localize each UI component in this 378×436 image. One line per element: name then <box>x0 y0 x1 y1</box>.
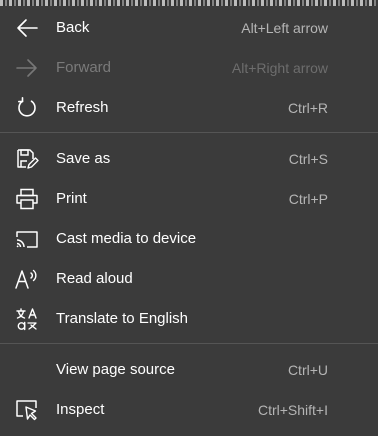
arrow-right-icon <box>14 56 40 80</box>
menu-item-shortcut: Ctrl+P <box>288 191 328 207</box>
menu-item-label: Save as <box>56 150 111 167</box>
menu-item-label: Translate to English <box>56 310 189 327</box>
printer-icon <box>14 187 40 211</box>
read-aloud-icon <box>14 267 40 291</box>
menu-item-cast-media[interactable]: Cast media to device <box>0 219 378 259</box>
menu-item-label: Inspect <box>56 401 105 418</box>
menu-item-view-page-source[interactable]: View page source Ctrl+U <box>0 350 378 390</box>
refresh-icon <box>14 96 40 120</box>
arrow-left-icon <box>14 16 40 40</box>
menu-item-print[interactable]: Print Ctrl+P <box>0 179 378 219</box>
menu-item-label: Cast media to device <box>56 230 197 247</box>
menu-item-translate[interactable]: Translate to English <box>0 299 378 339</box>
menu-item-refresh[interactable]: Refresh Ctrl+R <box>0 88 378 128</box>
cast-icon <box>14 227 40 251</box>
menu-item-forward[interactable]: Forward Alt+Right arrow <box>0 48 378 88</box>
save-as-icon <box>14 147 40 171</box>
menu-item-shortcut: Alt+Right arrow <box>231 60 328 76</box>
menu-item-label: Back <box>56 19 90 36</box>
menu-item-shortcut: Ctrl+R <box>287 100 328 116</box>
menu-item-inspect[interactable]: Inspect Ctrl+Shift+I <box>0 390 378 430</box>
menu-item-back[interactable]: Back Alt+Left arrow <box>0 8 378 48</box>
menu-item-save-as[interactable]: Save as Ctrl+S <box>0 139 378 179</box>
menu-item-label: View page source <box>56 361 175 378</box>
menu-item-read-aloud[interactable]: Read aloud <box>0 259 378 299</box>
menu-item-shortcut: Alt+Left arrow <box>241 20 328 36</box>
menu-item-shortcut: Ctrl+Shift+I <box>257 402 328 418</box>
menu-item-label: Forward <box>56 59 112 76</box>
menu-item-label: Read aloud <box>56 270 133 287</box>
menu-divider <box>0 343 378 344</box>
menu-item-label: Refresh <box>56 99 109 116</box>
context-menu: Back Alt+Left arrow Forward Alt+Right ar… <box>0 6 378 436</box>
menu-item-label: Print <box>56 190 87 207</box>
menu-divider <box>0 132 378 133</box>
inspect-icon <box>14 398 40 422</box>
menu-item-shortcut: Ctrl+S <box>288 151 328 167</box>
translate-icon <box>14 307 40 331</box>
menu-item-shortcut: Ctrl+U <box>287 362 328 378</box>
